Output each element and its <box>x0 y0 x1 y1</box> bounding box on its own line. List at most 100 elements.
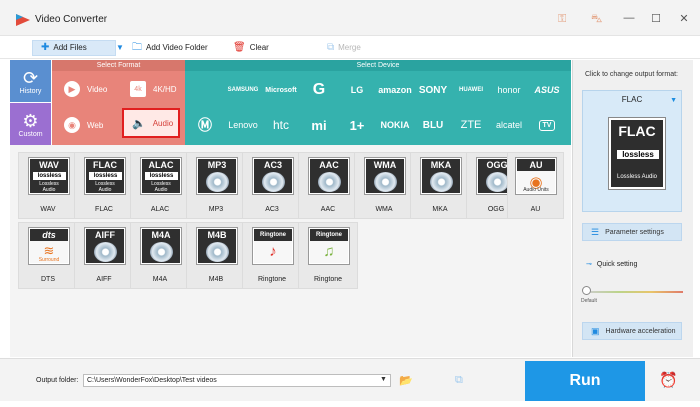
dts-badge: dts ≋ Surround <box>28 227 70 265</box>
device-nokia[interactable]: NOKIA <box>377 109 413 141</box>
close-button[interactable]: ✕ <box>676 12 692 25</box>
category-4khd-label: 4K/HD <box>153 84 177 94</box>
wma-badge-text: WMA <box>373 160 397 170</box>
device-huawei[interactable]: HUAWEI <box>453 74 489 106</box>
caret-down-icon[interactable]: ▼ <box>670 97 677 104</box>
m4a-badge-text: M4A <box>151 230 171 240</box>
aiff-badge: AIFF <box>84 227 126 265</box>
device-honor[interactable]: honor <box>491 74 527 106</box>
quality-slider-knob[interactable] <box>582 286 591 295</box>
format-tile-mp3[interactable]: MP3 MP3 <box>186 152 246 219</box>
format-label: ALAC <box>150 206 170 213</box>
clear-button[interactable]: 🗑 Clear <box>233 40 269 56</box>
device-asus[interactable]: ASUS <box>529 74 565 106</box>
m4b-badge-text: M4B <box>207 230 227 240</box>
device-oneplus[interactable]: 1+ <box>339 109 375 141</box>
device-zte[interactable]: ZTE <box>453 109 489 141</box>
mka-badge-text: MKA <box>430 160 452 170</box>
dts-badge-text: dts <box>30 229 68 241</box>
device-google[interactable]: G <box>301 74 337 106</box>
device-xiaomi[interactable]: mi <box>301 109 337 141</box>
folder-add-icon: 🗀 <box>132 42 142 53</box>
device-amazon[interactable]: amazon <box>377 74 413 106</box>
minimize-button[interactable]: — <box>621 12 637 24</box>
parameter-settings-button[interactable]: ☰ Parameter settings <box>582 223 682 241</box>
format-tile-m4b[interactable]: M4B M4B <box>186 222 246 289</box>
output-format-selector[interactable]: FLAC ▼ FLAC lossless Lossless Audio <box>582 90 682 212</box>
device-lg[interactable]: LG <box>339 74 375 106</box>
format-label: Ringtone <box>313 276 343 283</box>
key-icon[interactable]: ⚿ <box>558 13 566 26</box>
hardware-acceleration-button[interactable]: ▣ Hardware acceleration <box>582 322 682 340</box>
ac3-badge: AC3 <box>252 157 294 195</box>
custom-tab[interactable]: ⚙ Custom <box>10 103 51 145</box>
format-tile-m4a[interactable]: M4A M4A <box>130 222 190 289</box>
device-microsoft[interactable]: Microsoft <box>263 74 299 106</box>
plus-icon: ✚ <box>41 42 50 53</box>
add-files-button[interactable]: ✚ Add Files <box>32 40 116 56</box>
add-files-label: Add Files <box>53 43 87 52</box>
quality-slider-track[interactable] <box>587 291 683 293</box>
device-lenovo[interactable]: Lenovo <box>225 109 261 141</box>
category-audio[interactable]: 🔈 Audio <box>122 108 180 138</box>
lossless-caption: Lossless Audio <box>142 181 180 193</box>
output-folder-field[interactable]: C:\Users\WonderFox\Desktop\Test videos <box>83 374 391 387</box>
alac-badge: ALAC lossless Lossless Audio <box>140 157 182 195</box>
format-tile-aiff[interactable]: AIFF AIFF <box>74 222 134 289</box>
format-tile-dts[interactable]: dts ≋ Surround DTS <box>18 222 78 289</box>
open-folder-icon[interactable]: 📂 <box>399 374 413 387</box>
lossless-line2: Audio <box>98 187 112 193</box>
alarm-clock-icon[interactable]: ⏰ <box>659 371 678 389</box>
wav-badge-text: WAV <box>39 160 59 170</box>
category-video[interactable]: ▶ Video <box>52 73 118 105</box>
device-htc[interactable]: htc <box>263 109 299 141</box>
format-tile-aac[interactable]: AAC AAC <box>298 152 358 219</box>
format-tile-wav[interactable]: WAV lossless Lossless Audio WAV <box>18 152 78 219</box>
m4a-badge: M4A <box>140 227 182 265</box>
clear-label: Clear <box>249 43 269 52</box>
device-sony[interactable]: SONY <box>415 74 451 106</box>
format-tile-ringtone-apple[interactable]: Ringtone ♪ Ringtone <box>242 222 302 289</box>
default-label: Default <box>581 298 597 304</box>
chrome-icon: ◉ <box>64 117 80 133</box>
add-video-folder-button[interactable]: 🗀 Add Video Folder <box>132 40 208 56</box>
format-tile-ringtone-android[interactable]: Ringtone ♫ Ringtone <box>298 222 358 289</box>
device-tv[interactable]: TV <box>529 109 565 141</box>
add-files-dropdown-icon[interactable]: ▼ <box>116 40 124 56</box>
selected-lossless-logo: lossless <box>617 150 659 159</box>
category-4khd[interactable]: 4k 4K/HD <box>118 73 184 105</box>
category-web-label: Web <box>87 120 104 130</box>
format-label: AU <box>530 206 541 213</box>
sliders-icon: ☰ <box>591 226 600 237</box>
format-tile-wma[interactable]: WMA WMA <box>354 152 414 219</box>
device-blu[interactable]: BLU <box>415 109 451 141</box>
selected-badge-text: FLAC <box>618 123 656 139</box>
device-alcatel[interactable]: alcatel <box>491 109 527 141</box>
category-web[interactable]: ◉ Web <box>52 109 118 141</box>
lossless-logo: lossless <box>89 172 122 180</box>
gear-icon: ⚙ <box>22 111 39 131</box>
output-folder-dropdown-icon[interactable]: ▼ <box>380 376 387 383</box>
ringtone-android-badge-text: Ringtone <box>310 229 348 241</box>
parameter-settings-label: Parameter settings <box>605 228 664 236</box>
trash-icon: 🗑 <box>233 42 246 53</box>
format-tile-mka[interactable]: MKA MKA <box>410 152 470 219</box>
history-tab[interactable]: ⟳ History <box>10 60 51 102</box>
format-tile-au[interactable]: AU ◉ Audio Units AU <box>507 152 564 219</box>
format-label: FLAC <box>95 206 113 213</box>
mp3-badge-text: MP3 <box>207 160 227 170</box>
device-samsung[interactable]: SAMSUNG <box>225 74 261 106</box>
merge-button[interactable]: ⧉ Merge <box>327 40 361 56</box>
device-motorola[interactable]: Ⓜ <box>187 109 223 141</box>
format-tile-ac3[interactable]: AC3 AC3 <box>242 152 302 219</box>
format-tile-alac[interactable]: ALAC lossless Lossless Audio ALAC <box>130 152 190 219</box>
merge-label: Merge <box>338 43 361 52</box>
device-apple[interactable] <box>187 74 223 106</box>
cart-icon[interactable]: ⛍ <box>591 13 602 27</box>
motorola-icon: Ⓜ <box>198 117 212 133</box>
format-tile-flac[interactable]: FLAC lossless Lossless Audio FLAC <box>74 152 134 219</box>
output-merge-icon[interactable]: ⧉ <box>455 374 463 387</box>
lossless-caption: Lossless Audio <box>30 181 68 193</box>
run-button[interactable]: Run <box>525 361 645 401</box>
maximize-button[interactable]: ☐ <box>648 12 664 25</box>
